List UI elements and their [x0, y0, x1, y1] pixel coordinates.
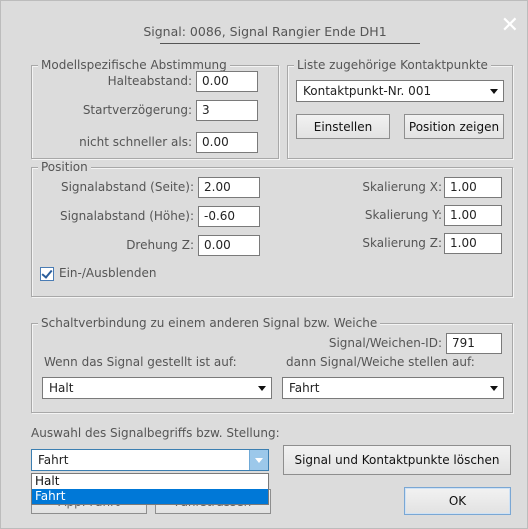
- startverzoegerung-label: Startverzögerung:: [82, 103, 192, 117]
- startverzoegerung-input[interactable]: 3: [196, 100, 258, 121]
- nicht-schneller-input[interactable]: 0.00: [196, 132, 258, 153]
- skalierung-y-label: Skalierung Y:: [364, 208, 442, 222]
- signalabstand-seite-input[interactable]: 2.00: [198, 177, 260, 198]
- kontakt-group: Liste zugehörige Kontaktpunkte Kontaktpu…: [287, 58, 513, 159]
- signal-dialog: Signal: 0086, Signal Rangier Ende DH1 ✕ …: [0, 0, 528, 529]
- skalierung-x-input[interactable]: 1.00: [444, 177, 502, 198]
- modell-group-label: Modellspezifische Abstimmung: [38, 58, 230, 72]
- schalt-group-label: Schaltverbindung zu einem anderen Signal…: [38, 316, 381, 330]
- dann-stellen-select[interactable]: Fahrt: [282, 377, 504, 399]
- chevron-down-icon[interactable]: [249, 450, 268, 470]
- modell-group: Modellspezifische Abstimmung Halteabstan…: [31, 58, 279, 159]
- position-group: Position Signalabstand (Seite): 2.00 Sig…: [31, 160, 513, 297]
- halteabstand-label: Halteabstand:: [107, 74, 192, 88]
- drehung-z-label: Drehung Z:: [126, 238, 194, 252]
- drehung-z-input[interactable]: 0.00: [198, 235, 260, 256]
- signalbegriff-select[interactable]: Fahrt: [31, 449, 269, 471]
- wenn-gestellt-value: Halt: [49, 381, 74, 395]
- dann-stellen-value: Fahrt: [289, 381, 320, 395]
- dropdown-option-fahrt[interactable]: Fahrt: [32, 489, 268, 504]
- signal-weichen-id-label: Signal/Weichen-ID:: [328, 336, 442, 350]
- dann-stellen-label: dann Signal/Weiche stellen auf:: [286, 355, 475, 369]
- signalbegriff-dropdown-list: Halt Fahrt: [31, 473, 269, 505]
- wenn-gestellt-label: Wenn das Signal gestellt ist auf:: [44, 355, 237, 369]
- chevron-down-icon[interactable]: [253, 378, 271, 398]
- position-group-label: Position: [38, 160, 91, 174]
- signal-weichen-id-input[interactable]: 791: [446, 333, 502, 354]
- signalbegriff-select-value: Fahrt: [38, 453, 69, 467]
- auswahl-label: Auswahl des Signalbegriffs bzw. Stellung…: [31, 426, 280, 440]
- skalierung-y-input[interactable]: 1.00: [444, 205, 502, 226]
- title-underline: [160, 43, 420, 44]
- ein-ausblenden-label[interactable]: Ein-/Ausblenden: [59, 266, 157, 280]
- kontaktpunkt-select-value: Kontaktpunkt-Nr. 001: [303, 84, 432, 98]
- position-zeigen-button[interactable]: Position zeigen: [404, 114, 504, 139]
- kontaktpunkt-select[interactable]: Kontaktpunkt-Nr. 001: [296, 80, 504, 102]
- wenn-gestellt-select[interactable]: Halt: [42, 377, 272, 399]
- skalierung-x-label: Skalierung X:: [362, 180, 442, 194]
- window-title: Signal: 0086, Signal Rangier Ende DH1: [143, 24, 387, 39]
- signalabstand-hoehe-label: Signalabstand (Höhe):: [60, 209, 194, 223]
- dropdown-option-halt[interactable]: Halt: [32, 474, 268, 489]
- signalabstand-seite-label: Signalabstand (Seite):: [60, 180, 194, 194]
- chevron-down-icon[interactable]: [485, 81, 503, 101]
- einstellen-button[interactable]: Einstellen: [296, 114, 390, 139]
- nicht-schneller-label: nicht schneller als:: [79, 135, 192, 149]
- ok-button[interactable]: OK: [404, 487, 511, 515]
- kontakt-group-label: Liste zugehörige Kontaktpunkte: [294, 58, 491, 72]
- close-icon[interactable]: ✕: [501, 15, 519, 37]
- ein-ausblenden-checkbox[interactable]: [40, 267, 54, 281]
- skalierung-z-input[interactable]: 1.00: [444, 233, 502, 254]
- signalabstand-hoehe-input[interactable]: -0.60: [198, 206, 260, 227]
- chevron-down-icon[interactable]: [485, 378, 503, 398]
- halteabstand-input[interactable]: 0.00: [196, 71, 258, 92]
- signal-loeschen-button[interactable]: Signal und Kontaktpunkte löschen: [283, 445, 511, 475]
- schalt-group: Schaltverbindung zu einem anderen Signal…: [31, 316, 513, 413]
- skalierung-z-label: Skalierung Z:: [362, 236, 442, 250]
